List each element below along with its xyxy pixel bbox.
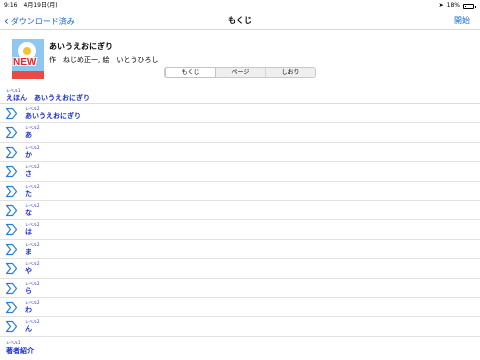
toc-item[interactable]: レベル2 か	[0, 143, 480, 163]
segment-pages[interactable]: ページ	[216, 68, 266, 77]
toc-title: ん	[25, 325, 32, 334]
toc-title: ら	[25, 286, 32, 295]
toc-item[interactable]: レベル2 な	[0, 201, 480, 221]
page-title: もくじ	[228, 16, 252, 25]
toc-title: か	[25, 150, 32, 159]
battery-icon	[463, 3, 476, 9]
segment-bookmarks[interactable]: しおり	[266, 68, 315, 77]
toc-item[interactable]: レベル2 た	[0, 182, 480, 201]
toc-title: あいうえおにぎり	[25, 112, 81, 120]
toc-title: や	[25, 267, 32, 276]
view-segmented-control: もくじ ページ しおり	[164, 67, 316, 78]
chevron-right-icon	[5, 166, 18, 178]
status-bar: 9:16 4月19日(月) ➤ 18%	[0, 0, 480, 12]
chevron-right-icon	[5, 204, 18, 217]
book-cover[interactable]: NEW	[12, 39, 44, 79]
toc-item[interactable]: レベル2 は	[0, 220, 480, 240]
toc-item[interactable]: レベル2 さ	[0, 162, 480, 182]
book-header: NEW あいうえおにぎり 作 ねじめ正一, 絵 いとうひろし もくじ ページ し…	[0, 31, 480, 88]
toc-item[interactable]: レベル2 ま	[0, 240, 480, 260]
chevron-right-icon	[5, 243, 18, 255]
chevron-right-icon	[5, 107, 18, 120]
toc-item[interactable]: レベル2 あ	[0, 123, 480, 143]
toc-title: わ	[25, 305, 32, 314]
toc-title: ま	[25, 247, 32, 256]
chevron-right-icon	[5, 127, 18, 139]
book-credits: 作 ねじめ正一, 絵 いとうひろし	[49, 56, 159, 64]
status-time: 9:16 4月19日(月)	[4, 2, 58, 9]
toc-title: えほん あいうえおにぎり	[6, 94, 90, 102]
book-title: あいうえおにぎり	[49, 42, 113, 51]
segment-contents[interactable]: もくじ	[165, 67, 216, 78]
toc-item[interactable]: レベル2 ん	[0, 317, 480, 337]
toc-item[interactable]: レベル2 ら	[0, 279, 480, 298]
toc-title: さ	[25, 170, 32, 179]
status-battery: ➤ 18%	[438, 0, 476, 12]
toc-title: は	[25, 228, 32, 237]
chevron-right-icon	[5, 185, 18, 197]
new-badge: NEW	[13, 57, 37, 68]
toc-item[interactable]: レベル2 わ	[0, 298, 480, 318]
start-button[interactable]: 開始	[454, 12, 470, 30]
battery-percent: 18%	[446, 2, 460, 9]
chevron-right-icon	[5, 321, 18, 333]
toc-item[interactable]: レベル2 や	[0, 259, 480, 279]
chevron-right-icon	[5, 224, 18, 236]
toc-title: な	[25, 208, 32, 217]
chevron-right-icon	[5, 146, 18, 158]
toc-list: レベル2 あいうえおにぎり レベル2 あレベル2 かレベル2 さレベル2 たレベル2 なレベル…	[0, 104, 480, 337]
toc-item[interactable]: レベル2 あいうえおにぎり	[0, 104, 480, 124]
toc-title: た	[25, 189, 32, 198]
toc-title: あ	[25, 131, 32, 140]
toc-item-level1[interactable]: レベル1 えほん あいうえおにぎり	[0, 87, 480, 104]
location-arrow-icon: ➤	[438, 2, 444, 9]
toc-item-author[interactable]: レベル1 著者紹介	[0, 338, 480, 358]
navigation-bar: ‹ ダウンロード済み もくじ 開始	[0, 12, 480, 30]
chevron-right-icon	[5, 301, 18, 314]
toc-title: 著者紹介	[6, 347, 34, 355]
chevron-right-icon	[5, 263, 18, 275]
chevron-right-icon	[5, 282, 18, 294]
